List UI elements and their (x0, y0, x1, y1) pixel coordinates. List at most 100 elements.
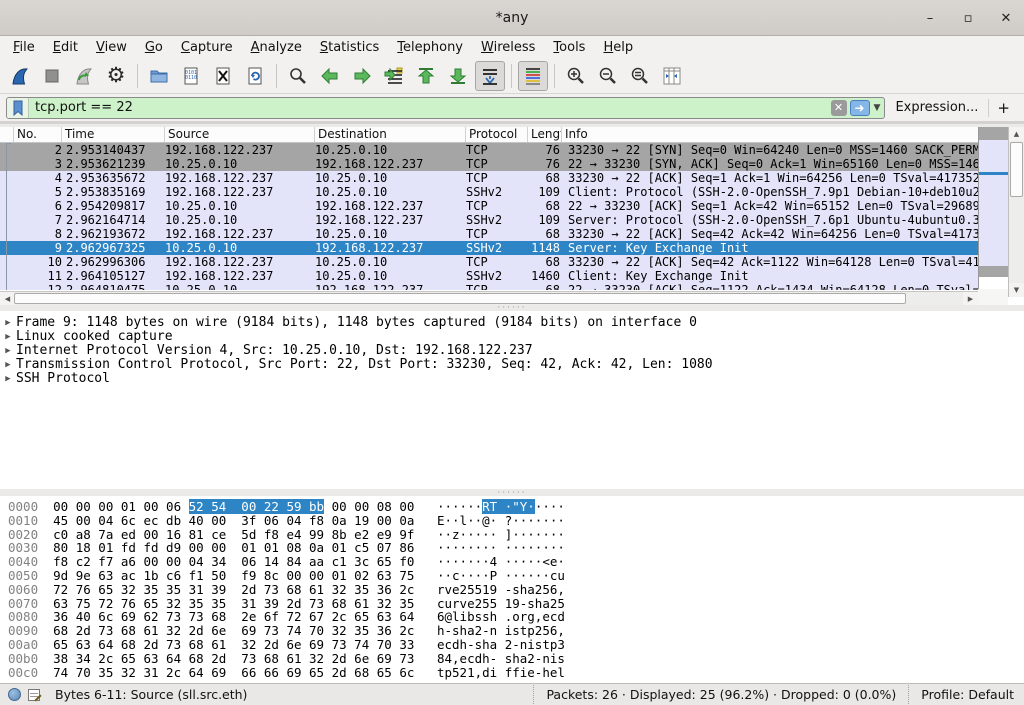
save-file-button[interactable]: 01010110 (176, 61, 206, 91)
go-forward-button[interactable] (347, 61, 377, 91)
expert-info-icon[interactable] (8, 688, 21, 701)
filter-bookmark-button[interactable] (7, 98, 29, 118)
menu-item-view[interactable]: View (87, 38, 136, 57)
column-header-no[interactable]: No. (14, 127, 62, 142)
profile-text[interactable]: Profile: Default (908, 685, 1024, 704)
start-capture-button[interactable] (5, 61, 35, 91)
capture-options-button[interactable]: ⚙ (101, 61, 131, 91)
hex-row[interactable]: 0020 c0 a8 7a ed 00 16 81 ce 5d f8 e4 99… (8, 528, 1024, 542)
filter-clear-button[interactable]: ✕ (831, 100, 847, 116)
filter-apply-button[interactable]: ➜ (850, 100, 870, 116)
minimize-button[interactable]: – (922, 11, 938, 26)
go-first-packet-button[interactable] (411, 61, 441, 91)
hex-row[interactable]: 00b0 38 34 2c 65 63 64 68 2d 73 68 61 32… (8, 652, 1024, 666)
packet-row[interactable]: 112.964105127192.168.122.23710.25.0.10SS… (0, 269, 978, 283)
column-header-info[interactable]: Info (562, 127, 1008, 142)
maximize-button[interactable]: ▫ (960, 11, 976, 26)
close-file-button[interactable] (208, 61, 238, 91)
menu-item-tools[interactable]: Tools (544, 38, 594, 57)
stop-capture-button[interactable] (37, 61, 67, 91)
hex-row[interactable]: 0000 00 00 00 01 00 06 52 54 00 22 59 bb… (8, 500, 1024, 514)
resize-columns-button[interactable] (657, 61, 687, 91)
packet-row[interactable]: 32.95362123910.25.0.10192.168.122.237TCP… (0, 157, 978, 171)
column-header-time[interactable]: Time (62, 127, 165, 142)
go-to-packet-button[interactable] (379, 61, 409, 91)
hex-row[interactable]: 0050 9d 9e 63 ac 1b c6 f1 50 f9 8c 00 00… (8, 569, 1024, 583)
menu-item-analyze[interactable]: Analyze (242, 38, 311, 57)
hex-row[interactable]: 0030 80 18 01 fd fd d9 00 00 01 01 08 0a… (8, 541, 1024, 555)
vscroll-thumb[interactable] (1010, 142, 1023, 197)
menu-item-telephony[interactable]: Telephony (388, 38, 472, 57)
expand-caret-icon[interactable]: ▶ (0, 344, 16, 358)
zoom-original-button[interactable] (625, 61, 655, 91)
capture-comment-icon[interactable] (27, 688, 41, 702)
hex-row[interactable]: 0090 68 2d 73 68 61 32 2d 6e 69 73 74 70… (8, 624, 1024, 638)
zoom-in-button[interactable] (561, 61, 591, 91)
packet-row[interactable]: 42.953635672192.168.122.23710.25.0.10TCP… (0, 171, 978, 185)
hex-row[interactable]: 0070 63 75 72 76 65 32 35 35 31 39 2d 73… (8, 597, 1024, 611)
open-file-button[interactable] (144, 61, 174, 91)
menu-item-help[interactable]: Help (594, 38, 642, 57)
hex-row[interactable]: 0060 72 76 65 32 35 35 31 39 2d 73 68 61… (8, 583, 1024, 597)
pane-splitter[interactable]: ······ (0, 489, 1024, 496)
cell-no: 4 (14, 171, 62, 185)
hex-row[interactable]: 0040 f8 c2 f7 a6 00 00 04 34 06 14 84 aa… (8, 555, 1024, 569)
menu-item-wireless[interactable]: Wireless (472, 38, 544, 57)
colorize-packets-button[interactable] (518, 61, 548, 91)
column-header-protocol[interactable]: Protocol (466, 127, 528, 142)
menu-item-capture[interactable]: Capture (172, 38, 242, 57)
menu-item-edit[interactable]: Edit (44, 38, 87, 57)
detail-row[interactable]: ▶Linux cooked capture (0, 330, 1024, 344)
column-header-source[interactable]: Source (165, 127, 315, 142)
packet-row[interactable]: 122.96481047510.25.0.10192.168.122.237TC… (0, 283, 978, 290)
filter-dropdown-caret[interactable]: ▼ (872, 103, 885, 113)
hex-row[interactable]: 00a0 65 63 64 68 2d 73 68 61 32 2d 6e 69… (8, 638, 1024, 652)
restart-capture-button[interactable] (69, 61, 99, 91)
add-filter-button[interactable]: + (988, 99, 1018, 117)
expand-caret-icon[interactable]: ▶ (0, 358, 16, 372)
packet-row[interactable]: 72.96216471410.25.0.10192.168.122.237SSH… (0, 213, 978, 227)
detail-row[interactable]: ▶Transmission Control Protocol, Src Port… (0, 358, 1024, 372)
packet-row[interactable]: 102.962996306192.168.122.23710.25.0.10TC… (0, 255, 978, 269)
zoom-out-button[interactable] (593, 61, 623, 91)
scroll-left-arrow[interactable]: ◀ (0, 292, 15, 305)
detail-row[interactable]: ▶Frame 9: 1148 bytes on wire (9184 bits)… (0, 316, 1024, 330)
menu-item-statistics[interactable]: Statistics (311, 38, 388, 57)
detail-row[interactable]: ▶Internet Protocol Version 4, Src: 10.25… (0, 344, 1024, 358)
column-header-length[interactable]: Length (528, 127, 562, 142)
scroll-right-arrow[interactable]: ▶ (963, 292, 978, 305)
packet-row[interactable]: 82.962193672192.168.122.23710.25.0.10TCP… (0, 227, 978, 241)
detail-text: SSH Protocol (16, 372, 110, 386)
packet-row[interactable]: 92.96296732510.25.0.10192.168.122.237SSH… (0, 241, 978, 255)
reload-file-button[interactable] (240, 61, 270, 91)
hex-row[interactable]: 00c0 74 70 35 32 31 2c 64 69 66 66 69 65… (8, 666, 1024, 680)
expand-caret-icon[interactable]: ▶ (0, 316, 16, 330)
packet-minimap-scrollbar[interactable] (978, 127, 1008, 289)
go-back-button[interactable] (315, 61, 345, 91)
hex-row[interactable]: 0080 36 40 6c 69 62 73 73 68 2e 6f 72 67… (8, 610, 1024, 624)
scroll-down-arrow[interactable]: ▼ (1009, 283, 1024, 297)
scroll-up-arrow[interactable]: ▲ (1009, 127, 1024, 141)
menu-item-go[interactable]: Go (136, 38, 172, 57)
packet-list-vscrollbar[interactable]: ▲ ▼ (1008, 127, 1024, 297)
go-last-packet-button[interactable] (443, 61, 473, 91)
find-packet-button[interactable] (283, 61, 313, 91)
expand-caret-icon[interactable]: ▶ (0, 372, 16, 386)
close-button[interactable]: ✕ (998, 11, 1014, 26)
detail-row[interactable]: ▶SSH Protocol (0, 372, 1024, 386)
packet-row[interactable]: 22.953140437192.168.122.23710.25.0.10TCP… (0, 143, 978, 157)
expression-button[interactable]: Expression... (885, 100, 988, 115)
hex-row[interactable]: 0010 45 00 04 6c ec db 40 00 3f 06 04 f8… (8, 514, 1024, 528)
cell-time: 2.953621239 (62, 157, 165, 171)
auto-scroll-button[interactable] (475, 61, 505, 91)
column-header-destination[interactable]: Destination (315, 127, 466, 142)
cell-source: 192.168.122.237 (165, 227, 315, 241)
display-filter-input[interactable] (29, 100, 831, 115)
packet-row[interactable]: 62.95420981710.25.0.10192.168.122.237TCP… (0, 199, 978, 213)
expand-caret-icon[interactable]: ▶ (0, 330, 16, 344)
cell-destination: 192.168.122.237 (315, 213, 466, 227)
menu-item-file[interactable]: File (4, 38, 44, 57)
hscroll-thumb[interactable] (14, 293, 906, 304)
packet-list-hscrollbar[interactable]: ◀ ▶ (0, 291, 978, 305)
packet-row[interactable]: 52.953835169192.168.122.23710.25.0.10SSH… (0, 185, 978, 199)
